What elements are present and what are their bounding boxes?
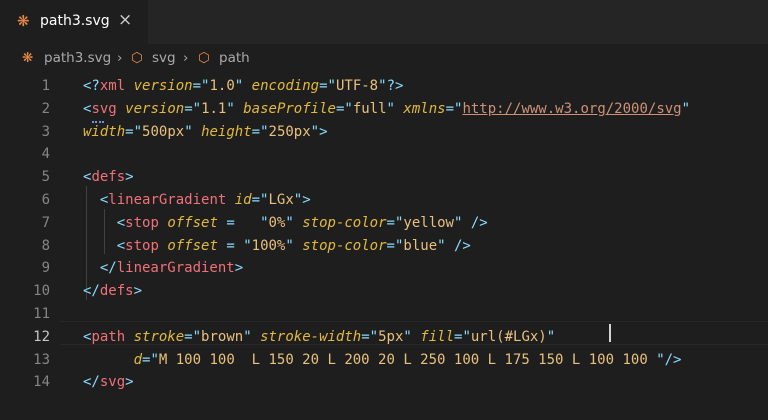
line-number: 11 (33, 306, 50, 322)
tab-path3-svg[interactable]: ❋ path3.svg × (0, 0, 148, 44)
line-number: 12 (33, 328, 50, 345)
chevron-right-icon: › (117, 50, 123, 66)
breadcrumb-file[interactable]: path3.svg (44, 50, 111, 66)
cube-icon: ⬡ (198, 50, 210, 66)
line-number: 2 (41, 100, 50, 117)
line-number: 3 (41, 123, 50, 140)
line-number: 7 (41, 214, 50, 231)
code-line[interactable]: </svg> (83, 371, 134, 394)
line-number: 1 (41, 78, 50, 94)
line-number: 14 (33, 374, 50, 391)
code-line[interactable]: <?xml version="1.0" encoding="UTF-8"?> (83, 75, 403, 98)
tab-bar: ❋ path3.svg × (0, 0, 768, 44)
code-line[interactable]: <linearGradient id="LGx"> (83, 189, 311, 212)
line-number: 13 (33, 351, 50, 368)
code-line[interactable]: </defs> (83, 280, 142, 303)
cube-icon: ⬡ (131, 50, 143, 66)
line-number: 6 (41, 192, 50, 208)
code-line[interactable]: d="M 100 100 L 150 20 L 200 20 L 250 100… (83, 349, 682, 372)
code-line[interactable]: <stop offset = "0%" stop-color="yellow" … (83, 212, 488, 235)
breadcrumb-svg[interactable]: svg (152, 50, 176, 66)
line-number: 4 (41, 146, 50, 163)
line-number: 9 (41, 260, 50, 277)
line-number: 8 (41, 237, 50, 254)
line-number: 10 (33, 283, 50, 300)
breadcrumb: ❋ path3.svg › ⬡ svg › ⬡ path (0, 44, 768, 72)
text-cursor (609, 324, 611, 342)
code-line[interactable]: width="500px" height="250px"> (83, 121, 328, 144)
line-number: 5 (41, 169, 50, 186)
code-line[interactable]: <path stroke="brown" stroke-width="5px" … (83, 326, 555, 349)
code-line[interactable]: </linearGradient> (83, 257, 243, 280)
code-editor[interactable]: 1 <?xml version="1.0" encoding="UTF-8"?> 2… (0, 72, 768, 420)
code-line[interactable]: <defs> (83, 166, 134, 189)
code-line[interactable]: <stop offset = "100%" stop-color="blue" … (83, 235, 471, 258)
chevron-right-icon: › (183, 50, 189, 66)
svg-file-icon: ❋ (17, 12, 30, 30)
close-icon[interactable]: × (118, 10, 132, 30)
code-line[interactable]: <svg version="1.1" baseProfile="full" xm… (83, 98, 690, 121)
svg-file-icon: ❋ (22, 50, 34, 66)
tab-label: path3.svg (40, 13, 110, 29)
breadcrumb-path[interactable]: path (219, 50, 250, 66)
